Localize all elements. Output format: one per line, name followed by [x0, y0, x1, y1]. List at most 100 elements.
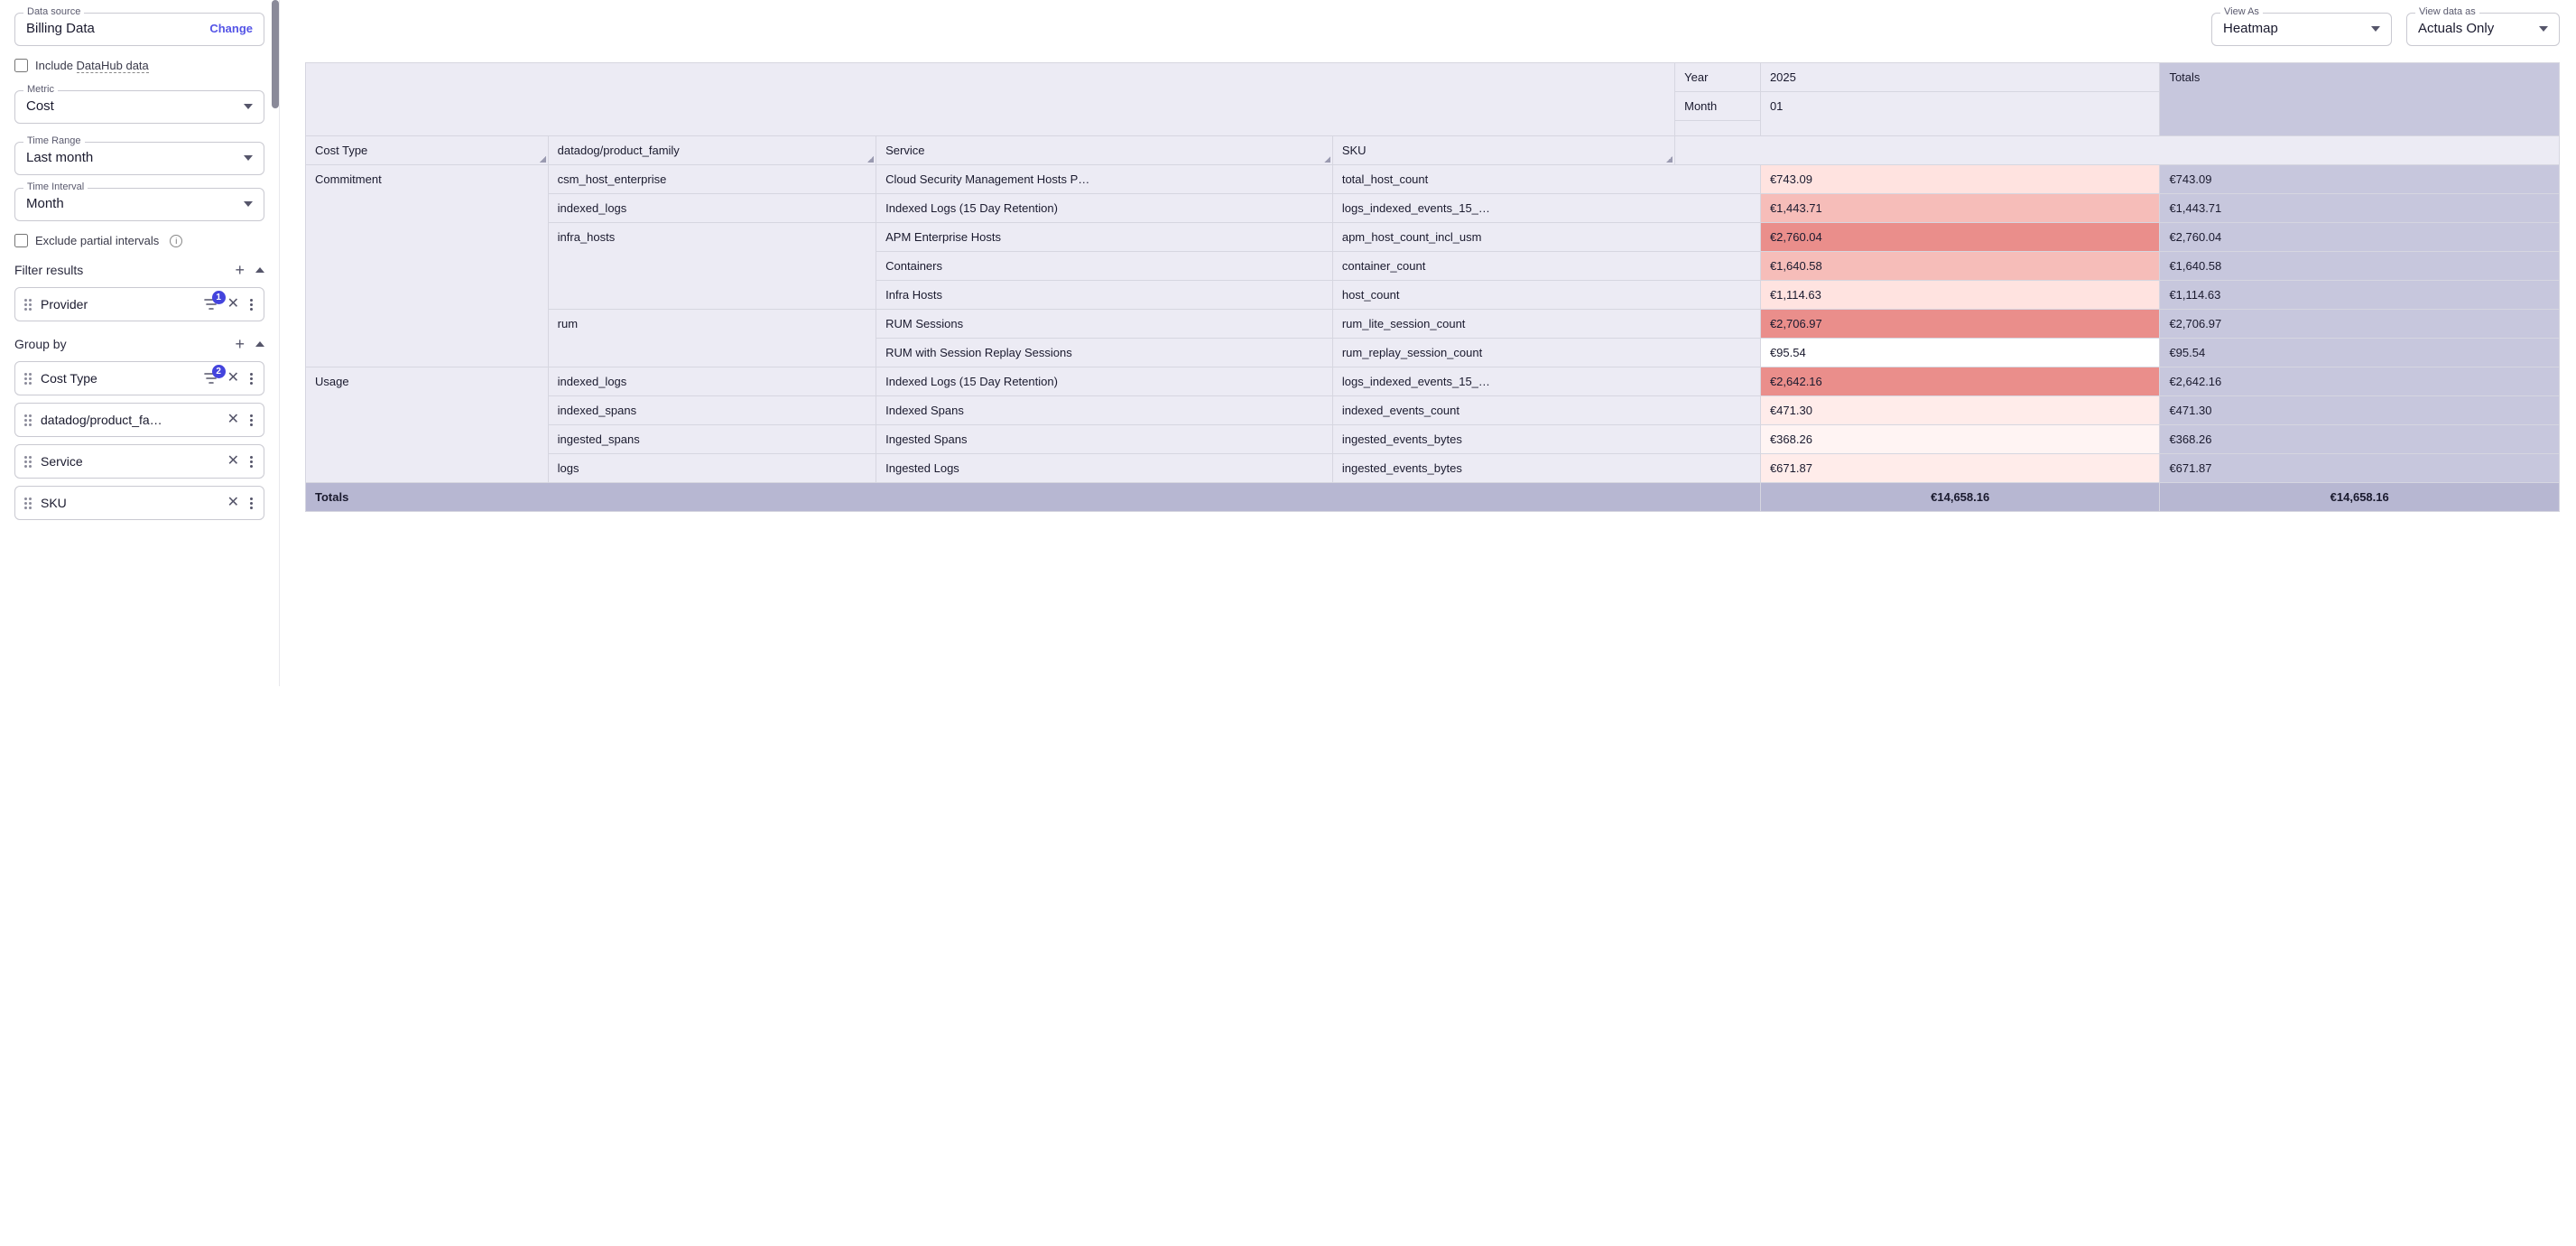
scrollbar-thumb[interactable] [272, 0, 279, 108]
cell-family: indexed_logs [548, 194, 876, 223]
cell-value: €368.26 [1760, 425, 2160, 454]
add-group-icon[interactable]: + [235, 336, 245, 352]
add-filter-icon[interactable]: + [235, 262, 245, 278]
cell-service: RUM Sessions [876, 310, 1333, 339]
remove-icon[interactable]: ✕ [227, 496, 239, 510]
drag-handle-icon[interactable] [24, 456, 32, 468]
datasource-legend: Data source [23, 6, 84, 17]
cell-value: €95.54 [1760, 339, 2160, 367]
header-service[interactable]: Service [876, 136, 1333, 165]
more-menu-icon[interactable] [248, 299, 255, 311]
cell-value: €1,640.58 [1760, 252, 2160, 281]
table-row: logsIngested Logsingested_events_bytes€6… [306, 454, 2560, 483]
collapse-group-icon[interactable] [255, 341, 264, 347]
drag-handle-icon[interactable] [24, 414, 32, 426]
group-title: Group by [14, 337, 67, 351]
remove-icon[interactable]: ✕ [227, 371, 239, 386]
filter-icon[interactable]: 2 [204, 372, 218, 385]
view-data-as-select[interactable]: View data as Actuals Only [2406, 13, 2560, 46]
exclude-partial-checkbox[interactable] [14, 234, 28, 247]
remove-icon[interactable]: ✕ [227, 413, 239, 427]
remove-icon[interactable]: ✕ [227, 454, 239, 469]
include-datahub-row[interactable]: Include DataHub data [14, 59, 264, 72]
cell-sku: rum_lite_session_count [1332, 310, 1760, 339]
cell-service: APM Enterprise Hosts [876, 223, 1333, 252]
header-month-label: Month [1675, 92, 1761, 121]
change-datasource-link[interactable]: Change [209, 22, 253, 35]
metric-value: Cost [26, 98, 54, 114]
chip-label: Service [41, 454, 218, 469]
header-blank [306, 63, 1675, 136]
table-row: Usageindexed_logsIndexed Logs (15 Day Re… [306, 367, 2560, 396]
time-interval-legend: Time Interval [23, 181, 88, 192]
cell-value: €1,114.63 [1760, 281, 2160, 310]
collapse-filter-icon[interactable] [255, 267, 264, 273]
grand-total-value: €14,658.16 [1760, 483, 2160, 512]
drag-handle-icon[interactable] [24, 497, 32, 509]
table-row: indexed_logsIndexed Logs (15 Day Retenti… [306, 194, 2560, 223]
cell-row-total: €1,443.71 [2160, 194, 2560, 223]
info-icon[interactable]: i [170, 235, 182, 247]
chip[interactable]: SKU ✕ [14, 486, 264, 520]
more-menu-icon[interactable] [248, 414, 255, 426]
chip[interactable]: datadog/product_fa… ✕ [14, 403, 264, 437]
filter-icon[interactable]: 1 [204, 298, 218, 311]
resize-handle-icon[interactable] [540, 156, 546, 163]
more-menu-icon[interactable] [248, 456, 255, 468]
cell-sku: logs_indexed_events_15_… [1332, 367, 1760, 396]
table-row: rumRUM Sessionsrum_lite_session_count€2,… [306, 310, 2560, 339]
chip[interactable]: Cost Type2✕ [14, 361, 264, 395]
cell-service: Containers [876, 252, 1333, 281]
time-range-select[interactable]: Time Range Last month [14, 142, 264, 175]
include-datahub-checkbox[interactable] [14, 59, 28, 72]
filter-title: Filter results [14, 263, 83, 277]
header-year-value: 2025 [1760, 63, 2160, 92]
cell-row-total: €2,706.97 [2160, 310, 2560, 339]
cell-cost-type: Commitment [306, 165, 549, 367]
header-blank2 [1675, 121, 1761, 136]
cell-service: RUM with Session Replay Sessions [876, 339, 1333, 367]
header-cost-type[interactable]: Cost Type [306, 136, 549, 165]
table-row: ingested_spansIngested Spansingested_eve… [306, 425, 2560, 454]
resize-handle-icon[interactable] [867, 156, 874, 163]
cell-value: €743.09 [1760, 165, 2160, 194]
chip-label: Provider [41, 297, 195, 312]
metric-legend: Metric [23, 84, 58, 95]
remove-icon[interactable]: ✕ [227, 297, 239, 312]
time-interval-select[interactable]: Time Interval Month [14, 188, 264, 221]
cell-value: €1,443.71 [1760, 194, 2160, 223]
cell-row-total: €1,114.63 [2160, 281, 2560, 310]
group-section-header: Group by + [14, 336, 264, 352]
view-as-select[interactable]: View As Heatmap [2211, 13, 2392, 46]
resize-handle-icon[interactable] [1666, 156, 1673, 163]
metric-select[interactable]: Metric Cost [14, 90, 264, 124]
drag-handle-icon[interactable] [24, 373, 32, 385]
table-row: indexed_spansIndexed Spansindexed_events… [306, 396, 2560, 425]
header-family[interactable]: datadog/product_family [548, 136, 876, 165]
cell-service: Cloud Security Management Hosts P… [876, 165, 1333, 194]
cell-value: €671.87 [1760, 454, 2160, 483]
exclude-partial-row[interactable]: Exclude partial intervals i [14, 234, 264, 247]
chip-label: SKU [41, 496, 218, 510]
cell-value: €2,642.16 [1760, 367, 2160, 396]
cell-value: €2,760.04 [1760, 223, 2160, 252]
chevron-down-icon [244, 155, 253, 161]
grand-total-total: €14,658.16 [2160, 483, 2560, 512]
filter-count-badge: 2 [212, 365, 226, 378]
chip-label: datadog/product_fa… [41, 413, 218, 427]
header-sku[interactable]: SKU [1332, 136, 1674, 165]
chip[interactable]: Provider1✕ [14, 287, 264, 321]
resize-handle-icon[interactable] [1324, 156, 1330, 163]
cell-service: Indexed Logs (15 Day Retention) [876, 367, 1333, 396]
cell-service: Ingested Logs [876, 454, 1333, 483]
cell-row-total: €471.30 [2160, 396, 2560, 425]
drag-handle-icon[interactable] [24, 299, 32, 311]
filter-count-badge: 1 [212, 291, 226, 304]
datasource-field: Data source Billing Data Change [14, 13, 264, 46]
more-menu-icon[interactable] [248, 373, 255, 385]
chip[interactable]: Service ✕ [14, 444, 264, 479]
datasource-value: Billing Data [26, 21, 95, 36]
filter-section-header: Filter results + [14, 262, 264, 278]
time-range-value: Last month [26, 150, 93, 165]
more-menu-icon[interactable] [248, 497, 255, 509]
